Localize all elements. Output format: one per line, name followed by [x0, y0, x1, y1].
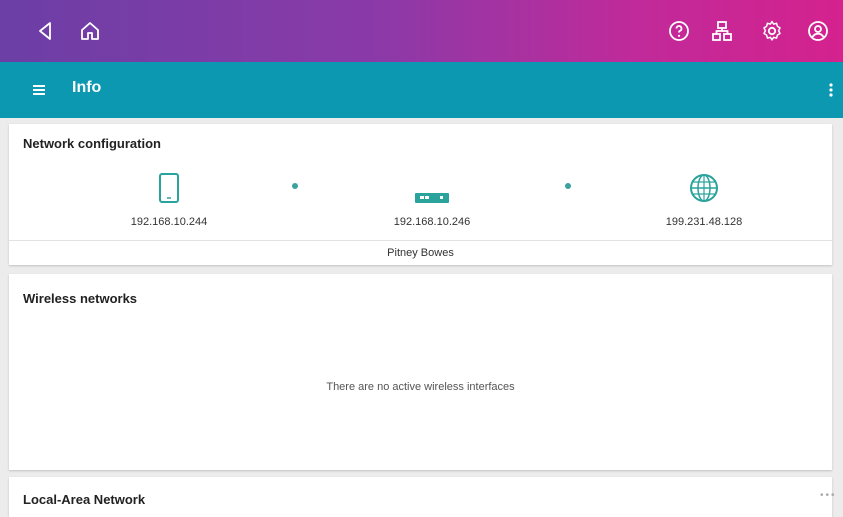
- internet-ip: 199.231.48.128: [665, 216, 743, 228]
- wireless-empty-message: There are no active wireless interfaces: [326, 381, 515, 393]
- tablet-icon: [159, 173, 179, 203]
- network-configuration-title: Network configuration: [23, 136, 161, 151]
- page-title: Info: [72, 79, 102, 96]
- app-bar: Info: [0, 62, 843, 118]
- wireless-networks-title: Wireless networks: [23, 291, 138, 306]
- hamburger-menu-icon[interactable]: [28, 78, 52, 102]
- local-area-network-card: Local-Area Network: [9, 477, 832, 517]
- connection-dot: [292, 183, 298, 189]
- account-icon[interactable]: [806, 19, 830, 43]
- back-icon[interactable]: [34, 19, 58, 43]
- device-ip: 192.168.10.244: [130, 216, 208, 228]
- top-navigation-bar: [0, 0, 843, 62]
- network-name: Pitney Bowes: [387, 247, 454, 259]
- settings-gear-icon[interactable]: [760, 19, 784, 43]
- network-icon[interactable]: [710, 19, 734, 43]
- help-icon[interactable]: [667, 19, 691, 43]
- loading-dots-icon: •••: [820, 490, 837, 501]
- router-ip: 192.168.10.246: [393, 216, 471, 228]
- home-icon[interactable]: [78, 19, 102, 43]
- globe-icon: [690, 174, 718, 202]
- wireless-networks-card: Wireless networks There are no active wi…: [9, 274, 832, 470]
- divider: [9, 240, 832, 241]
- network-configuration-card: Network configuration 192.168.10.244 192…: [9, 124, 832, 265]
- connection-dot: [565, 183, 571, 189]
- overflow-menu-icon[interactable]: [822, 78, 840, 102]
- router-icon: [415, 193, 449, 203]
- local-area-network-title: Local-Area Network: [23, 492, 146, 507]
